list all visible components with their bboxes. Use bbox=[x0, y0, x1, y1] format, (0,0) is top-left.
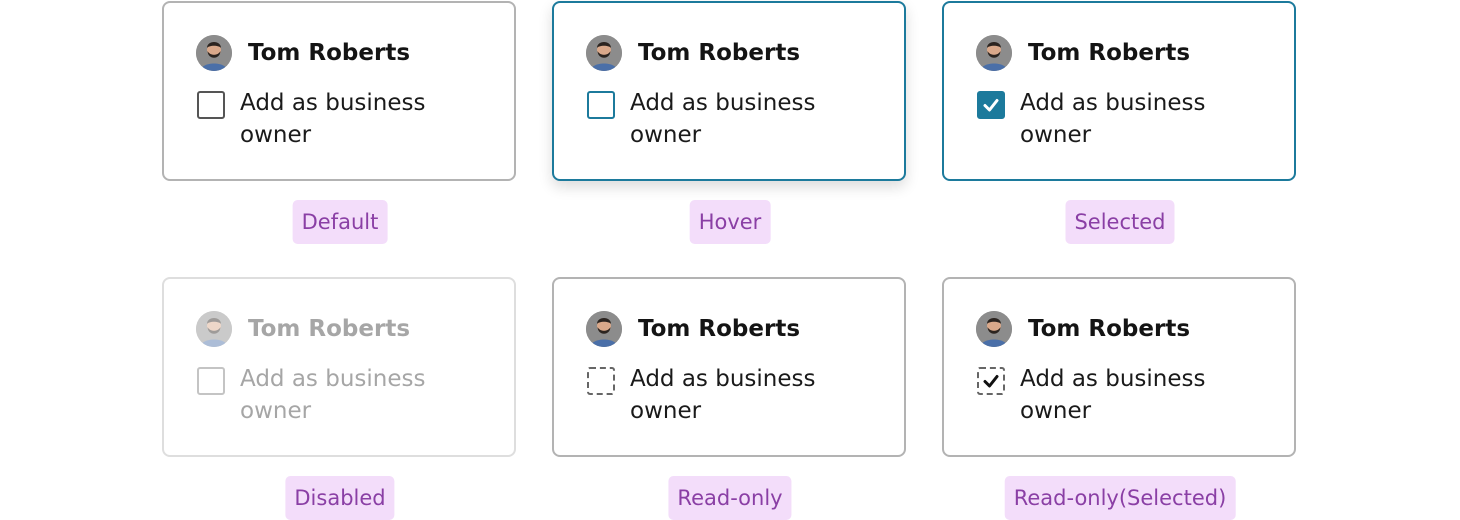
state-caption: Read-only bbox=[668, 476, 792, 520]
business-owner-checkbox[interactable] bbox=[977, 91, 1005, 119]
check-icon bbox=[983, 99, 999, 112]
business-owner-checkbox bbox=[587, 367, 615, 395]
person-name: Tom Roberts bbox=[1028, 40, 1191, 66]
person-name: Tom Roberts bbox=[1028, 316, 1191, 342]
checkbox-label: Add as business owner bbox=[240, 90, 426, 148]
person-name: Tom Roberts bbox=[248, 40, 411, 66]
avatar bbox=[196, 311, 232, 347]
owner-card-hover[interactable]: Tom Roberts Add as business owner bbox=[552, 1, 906, 181]
avatar bbox=[976, 311, 1012, 347]
owner-card-disabled: Tom Roberts Add as business owner bbox=[162, 277, 516, 457]
state-caption: Disabled bbox=[285, 476, 395, 520]
owner-card-default[interactable]: Tom Roberts Add as business owner bbox=[162, 1, 516, 181]
business-owner-checkbox[interactable] bbox=[197, 91, 225, 119]
owner-card-selected[interactable]: Tom Roberts Add as business owner bbox=[942, 1, 1296, 181]
avatar bbox=[586, 35, 622, 71]
business-owner-checkbox bbox=[977, 367, 1005, 395]
check-icon bbox=[983, 375, 999, 388]
owner-card-read-only: Tom Roberts Add as business owner bbox=[552, 277, 906, 457]
avatar bbox=[976, 35, 1012, 71]
state-caption: Default bbox=[292, 200, 388, 244]
person-name: Tom Roberts bbox=[638, 40, 801, 66]
checkbox-label: Add as business owner bbox=[1020, 366, 1206, 424]
state-caption: Selected bbox=[1065, 200, 1175, 244]
avatar bbox=[196, 35, 232, 71]
person-name: Tom Roberts bbox=[638, 316, 801, 342]
checkbox-label: Add as business owner bbox=[630, 90, 816, 148]
person-name: Tom Roberts bbox=[248, 316, 411, 342]
state-caption: Read-only(Selected) bbox=[1004, 476, 1236, 520]
avatar bbox=[586, 311, 622, 347]
state-caption: Hover bbox=[689, 200, 771, 244]
checkbox-label: Add as business owner bbox=[630, 366, 816, 424]
checkbox-label: Add as business owner bbox=[1020, 90, 1206, 148]
checkbox-label: Add as business owner bbox=[240, 366, 426, 424]
business-owner-checkbox[interactable] bbox=[587, 91, 615, 119]
owner-card-read-only-selected: Tom Roberts Add as business owner bbox=[942, 277, 1296, 457]
business-owner-checkbox bbox=[197, 367, 225, 395]
